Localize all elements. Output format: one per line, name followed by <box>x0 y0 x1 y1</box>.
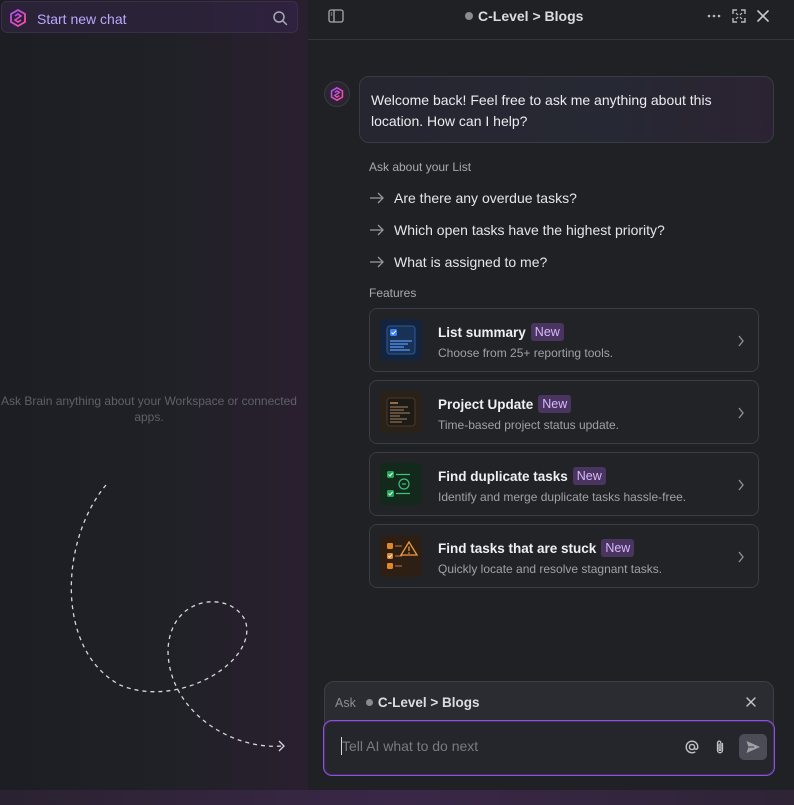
bottom-toolbar-strip <box>0 790 794 805</box>
start-new-chat-button[interactable]: Start new chat <box>1 1 298 33</box>
attachment-icon[interactable] <box>712 739 728 755</box>
feature-title-text: List summary <box>438 324 526 340</box>
new-badge: New <box>530 323 564 341</box>
empty-history-hint: Ask Brain anything about your Workspace … <box>1 394 297 424</box>
search-icon[interactable] <box>272 10 288 26</box>
chat-composer: Ask C-Level > Blogs <box>323 681 775 776</box>
stuck-tasks-warning-icon <box>380 535 422 577</box>
breadcrumb-label: C-Level > Blogs <box>478 8 584 24</box>
close-icon[interactable] <box>755 8 771 24</box>
feature-title-text: Find tasks that are stuck <box>438 540 597 556</box>
brain-chat-panel: C-Level > Blogs Welcome back! Feel free … <box>308 0 794 790</box>
new-badge: New <box>538 395 572 413</box>
chevron-right-icon <box>738 407 744 419</box>
list-summary-icon <box>380 319 422 361</box>
new-badge: New <box>572 467 606 485</box>
chevron-right-icon <box>738 551 744 563</box>
project-update-icon <box>380 391 422 433</box>
ask-label: Ask <box>335 695 356 710</box>
new-badge: New <box>601 539 635 557</box>
start-new-chat-label: Start new chat <box>37 11 127 27</box>
chevron-right-icon <box>738 335 744 347</box>
arrow-right-icon <box>370 256 384 268</box>
suggestion-label: Which open tasks have the highest priori… <box>394 222 665 238</box>
context-selector[interactable]: Ask C-Level > Blogs <box>335 695 480 710</box>
brain-logo-icon <box>330 87 344 101</box>
feature-title: List summary New <box>438 323 564 341</box>
feature-title-text: Project Update <box>438 396 534 412</box>
sidebar-toggle-icon[interactable] <box>328 9 344 23</box>
welcome-message: Welcome back! Feel free to ask me anythi… <box>359 76 774 143</box>
arrow-right-icon <box>370 224 384 236</box>
location-dot-icon <box>365 699 373 706</box>
context-location: C-Level > Blogs <box>377 695 480 710</box>
feature-card-project-update[interactable]: Project Update New Time-based project st… <box>369 380 759 444</box>
suggestion-label: Are there any overdue tasks? <box>394 190 577 206</box>
feature-card-stuck-tasks[interactable]: Find tasks that are stuck New Quickly lo… <box>369 524 759 588</box>
send-icon <box>746 741 760 753</box>
location-dot-icon <box>465 12 473 20</box>
feature-title: Find tasks that are stuck New <box>438 539 635 557</box>
feature-description: Quickly locate and resolve stagnant task… <box>438 562 663 576</box>
suggestions-heading: Ask about your List <box>369 160 472 174</box>
feature-description: Identify and merge duplicate tasks hassl… <box>438 490 687 504</box>
send-button[interactable] <box>739 734 767 760</box>
arrow-right-icon <box>370 192 384 204</box>
chat-header: C-Level > Blogs <box>308 0 794 40</box>
feature-card-list-summary[interactable]: List summary New Choose from 25+ reporti… <box>369 308 759 372</box>
suggestion-item[interactable]: What is assigned to me? <box>369 252 547 272</box>
more-icon[interactable] <box>706 8 722 24</box>
expand-icon[interactable] <box>731 8 747 24</box>
features-heading: Features <box>369 286 417 300</box>
suggestion-item[interactable]: Which open tasks have the highest priori… <box>369 220 665 240</box>
text-caret <box>341 737 342 755</box>
decorative-dashed-arrow <box>70 484 285 752</box>
feature-description: Time-based project status update. <box>438 418 619 432</box>
feature-title-text: Find duplicate tasks <box>438 468 568 484</box>
feature-title: Find duplicate tasks New <box>438 467 606 485</box>
suggestion-label: What is assigned to me? <box>394 254 548 270</box>
duplicate-tasks-icon <box>380 463 422 505</box>
location-breadcrumb[interactable]: C-Level > Blogs <box>465 8 583 24</box>
chevron-right-icon <box>738 479 744 491</box>
feature-title: Project Update New <box>438 395 572 413</box>
chat-history-panel: Start new chat Ask Brain anything about … <box>0 0 308 790</box>
prompt-input-box <box>323 720 775 776</box>
close-icon[interactable] <box>745 696 757 708</box>
prompt-input[interactable] <box>340 737 664 755</box>
brain-logo-icon <box>10 9 26 27</box>
feature-description: Choose from 25+ reporting tools. <box>438 346 614 360</box>
brain-avatar <box>324 81 350 107</box>
feature-card-find-duplicates[interactable]: Find duplicate tasks New Identify and me… <box>369 452 759 516</box>
suggestion-item[interactable]: Are there any overdue tasks? <box>369 188 577 208</box>
at-mention-icon[interactable] <box>684 739 700 755</box>
